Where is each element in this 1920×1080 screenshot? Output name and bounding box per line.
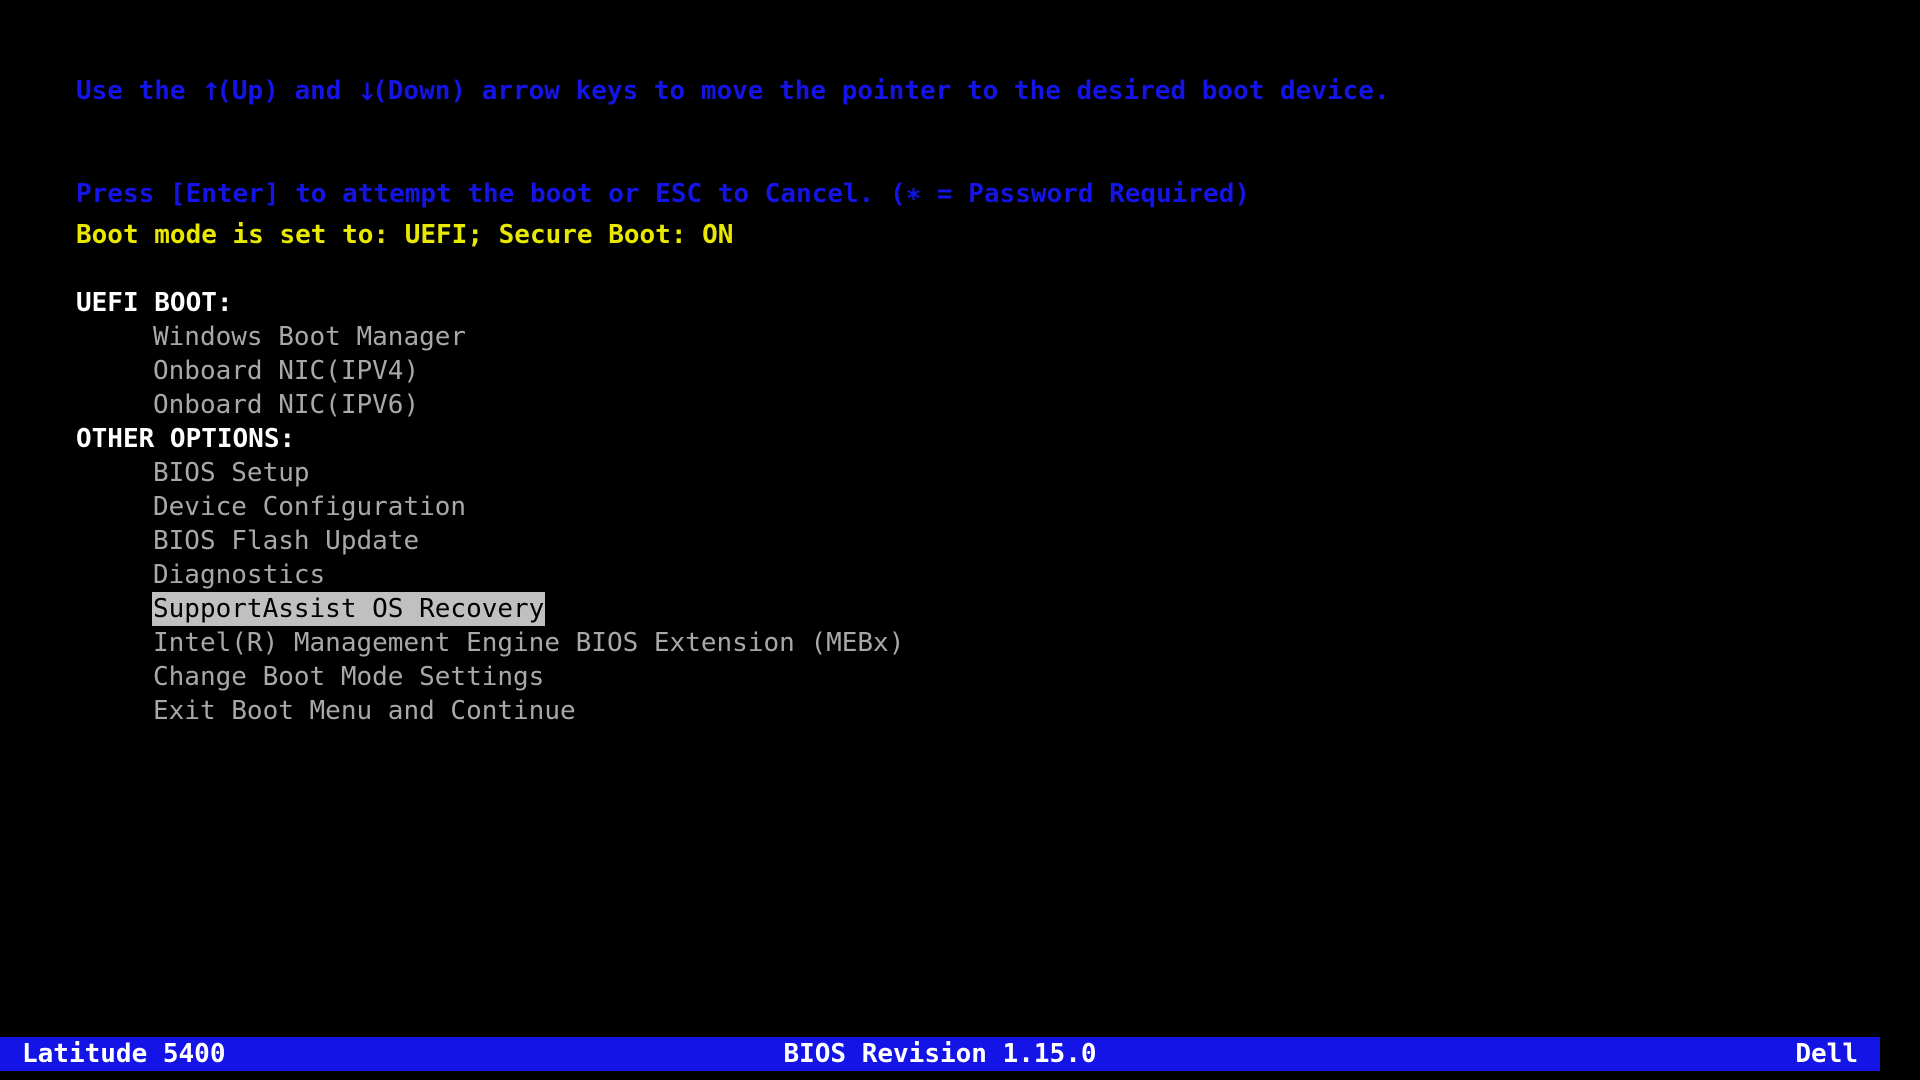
menu-item-bios-flash-update[interactable]: BIOS Flash Update <box>152 524 420 558</box>
menu-item-device-configuration[interactable]: Device Configuration <box>152 490 467 524</box>
menu-item-onboard-nic-ipv4[interactable]: Onboard NIC(IPV4) <box>152 354 420 388</box>
instructions-line1-suffix: (Down) arrow keys to move the pointer to… <box>372 76 1390 106</box>
boot-menu-list: UEFI BOOT: Windows Boot Manager Onboard … <box>76 286 905 728</box>
menu-item-windows-boot-manager[interactable]: Windows Boot Manager <box>152 320 467 354</box>
status-bar-vendor: Dell <box>1795 1039 1858 1069</box>
menu-item-onboard-nic-ipv6[interactable]: Onboard NIC(IPV6) <box>152 388 420 422</box>
instructions-line-1: Use the ↑(Up) and ↓(Down) arrow keys to … <box>76 74 1390 109</box>
menu-item-supportassist-os-recovery[interactable]: SupportAssist OS Recovery <box>152 592 546 626</box>
menu-item-intel-mebx[interactable]: Intel(R) Management Engine BIOS Extensio… <box>152 626 905 660</box>
instructions-line1-prefix: Use the <box>76 76 202 106</box>
menu-group-header-other-options: OTHER OPTIONS: <box>76 424 296 454</box>
menu-item-exit-boot-menu-and-continue[interactable]: Exit Boot Menu and Continue <box>152 694 577 728</box>
up-arrow-icon: ↑ <box>201 78 222 106</box>
menu-item-bios-setup[interactable]: BIOS Setup <box>152 456 311 490</box>
menu-item-change-boot-mode-settings[interactable]: Change Boot Mode Settings <box>152 660 545 694</box>
boot-mode-status: Boot mode is set to: UEFI; Secure Boot: … <box>76 220 734 250</box>
status-bar: Latitude 5400 BIOS Revision 1.15.0 Dell <box>0 1037 1880 1071</box>
down-arrow-icon: ↓ <box>357 78 378 106</box>
menu-group-header-uefi-boot: UEFI BOOT: <box>76 288 233 318</box>
status-bar-bios-revision: BIOS Revision 1.15.0 <box>783 1039 1097 1069</box>
bios-boot-menu-screen: Use the ↑(Up) and ↓(Down) arrow keys to … <box>0 0 1920 1080</box>
instructions-line-2: Press [Enter] to attempt the boot or ESC… <box>76 179 1250 209</box>
menu-item-diagnostics[interactable]: Diagnostics <box>152 558 326 592</box>
instructions-line1-middle: (Up) and <box>216 76 358 106</box>
